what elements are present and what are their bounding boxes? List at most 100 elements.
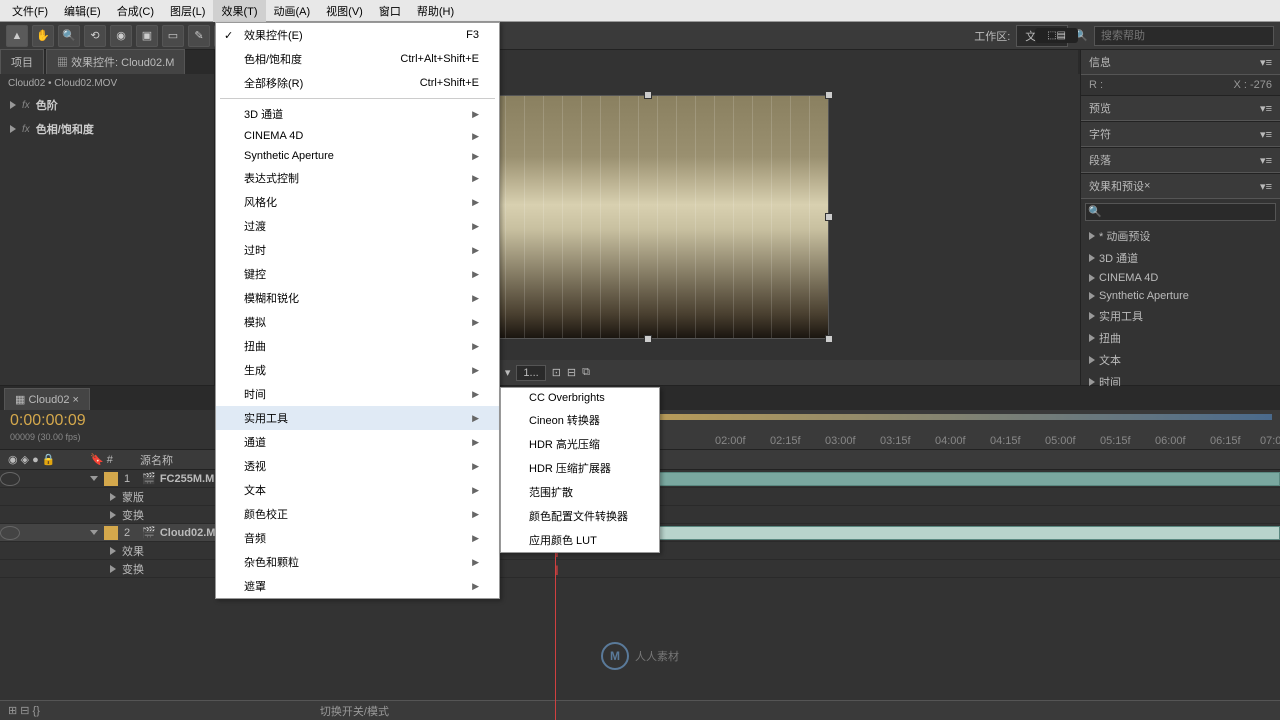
menu-item[interactable]: 遮罩▶ (216, 574, 499, 598)
layer-color[interactable] (104, 472, 118, 486)
menu-item[interactable]: 模糊和锐化▶ (216, 286, 499, 310)
menu-file[interactable]: 文件(F) (4, 0, 56, 22)
pen-tool-icon[interactable]: ✎ (188, 25, 210, 47)
menu-item[interactable]: 生成▶ (216, 358, 499, 382)
tab-timeline[interactable]: ▦ Cloud02 × (4, 388, 90, 410)
panel-menu-icon[interactable]: ▾≡ (1260, 128, 1272, 141)
viewer-frame[interactable] (467, 95, 829, 339)
view-select[interactable]: 1... (516, 365, 545, 381)
expand-icon[interactable] (10, 125, 16, 133)
layer-name[interactable]: FC255M.M (160, 473, 214, 485)
menu-effects[interactable]: 效果(T) (213, 0, 265, 22)
expand-icon[interactable] (110, 565, 116, 573)
submenu-item[interactable]: CC Overbrights (501, 388, 659, 408)
menu-item[interactable]: 音频▶ (216, 526, 499, 550)
preset-item[interactable]: CINEMA 4D (1081, 269, 1280, 287)
menu-animation[interactable]: 动画(A) (266, 0, 319, 22)
visibility-toggle[interactable] (0, 472, 20, 486)
handle-tr[interactable] (825, 91, 833, 99)
col-source[interactable]: 源名称 (140, 452, 173, 468)
handle-tm[interactable] (644, 91, 652, 99)
search-input[interactable] (1094, 26, 1274, 46)
preset-item[interactable]: 3D 通道 (1081, 247, 1280, 269)
menu-comp[interactable]: 合成(C) (109, 0, 162, 22)
preset-item[interactable]: Synthetic Aperture (1081, 287, 1280, 305)
para-panel-title[interactable]: 段落 (1089, 152, 1111, 168)
menu-item[interactable]: 过渡▶ (216, 214, 499, 238)
preset-item[interactable]: * 动画预设 (1081, 225, 1280, 247)
layer-name[interactable]: Cloud02.M (160, 527, 216, 539)
menu-item[interactable]: 杂色和颗粒▶ (216, 550, 499, 574)
expand-icon[interactable] (90, 476, 98, 481)
menu-item[interactable]: 实用工具▶ (216, 406, 499, 430)
prop-transform[interactable]: 变换 (122, 561, 144, 577)
misc-icon[interactable]: ⊡ (552, 366, 561, 379)
menu-item[interactable]: 键控▶ (216, 262, 499, 286)
submenu-item[interactable]: HDR 压缩扩展器 (501, 456, 659, 480)
menu-item[interactable]: 扭曲▶ (216, 334, 499, 358)
menu-item[interactable]: 全部移除(R)Ctrl+Shift+E (216, 71, 499, 95)
selection-tool-icon[interactable]: ▲ (6, 25, 28, 47)
zoom-tool-icon[interactable]: 🔍 (58, 25, 80, 47)
menu-item[interactable]: Synthetic Aperture▶ (216, 146, 499, 166)
anchor-tool-icon[interactable]: ▣ (136, 25, 158, 47)
effect-levels[interactable]: fx色阶 (0, 93, 214, 117)
effects-search[interactable] (1085, 203, 1276, 221)
menu-item[interactable]: 风格化▶ (216, 190, 499, 214)
toggle-switches[interactable]: 切换开关/模式 (320, 703, 389, 719)
expand-icon[interactable] (110, 511, 116, 519)
expand-icon[interactable] (90, 530, 98, 535)
toggle-icon[interactable]: ⊞ ⊟ {} (8, 704, 40, 717)
prop-transform[interactable]: 变换 (122, 507, 144, 523)
info-panel-title[interactable]: 信息 (1089, 54, 1111, 70)
camera-tool-icon[interactable]: ◉ (110, 25, 132, 47)
menu-item[interactable]: CINEMA 4D▶ (216, 126, 499, 146)
menu-item[interactable]: 时间▶ (216, 382, 499, 406)
menu-item[interactable]: ✓效果控件(E)F3 (216, 23, 499, 47)
preset-item[interactable]: 扭曲 (1081, 327, 1280, 349)
submenu-item[interactable]: Cineon 转换器 (501, 408, 659, 432)
menu-item[interactable]: 通道▶ (216, 430, 499, 454)
preview-panel-title[interactable]: 预览 (1089, 100, 1111, 116)
preset-item[interactable]: 文本 (1081, 349, 1280, 371)
expand-icon[interactable] (110, 547, 116, 555)
prop-masks[interactable]: 蒙版 (122, 489, 144, 505)
menu-item[interactable]: 透视▶ (216, 454, 499, 478)
menu-help[interactable]: 帮助(H) (409, 0, 462, 22)
menu-item[interactable]: 表达式控制▶ (216, 166, 499, 190)
char-panel-title[interactable]: 字符 (1089, 126, 1111, 142)
panel-menu-icon[interactable]: ▾≡ (1260, 180, 1272, 193)
submenu-item[interactable]: HDR 高光压缩 (501, 432, 659, 456)
tab-project[interactable]: 项目 (0, 49, 44, 74)
handle-br[interactable] (825, 335, 833, 343)
menu-item[interactable]: 文本▶ (216, 478, 499, 502)
layer-color[interactable] (104, 526, 118, 540)
handle-bm[interactable] (644, 335, 652, 343)
tab-effect-controls[interactable]: ▦ 效果控件: Cloud02.M (46, 49, 185, 74)
expand-icon[interactable] (110, 493, 116, 501)
submenu-item[interactable]: 应用颜色 LUT (501, 528, 659, 552)
menu-item[interactable]: 模拟▶ (216, 310, 499, 334)
preset-item[interactable]: 实用工具 (1081, 305, 1280, 327)
panel-menu-icon[interactable]: ▾≡ (1260, 56, 1272, 69)
rect-tool-icon[interactable]: ▭ (162, 25, 184, 47)
menu-item[interactable]: 过时▶ (216, 238, 499, 262)
panel-menu-icon[interactable]: ▾≡ (1260, 102, 1272, 115)
misc-icon2[interactable]: ⊟ (567, 366, 576, 379)
menu-item[interactable]: 3D 通道▶ (216, 102, 499, 126)
panel-menu-icon[interactable]: ▾≡ (1260, 154, 1272, 167)
visibility-toggle[interactable] (0, 526, 20, 540)
submenu-item[interactable]: 颜色配置文件转换器 (501, 504, 659, 528)
menu-layer[interactable]: 图层(L) (162, 0, 213, 22)
hand-tool-icon[interactable]: ✋ (32, 25, 54, 47)
menu-window[interactable]: 窗口 (371, 0, 409, 22)
menu-item[interactable]: 颜色校正▶ (216, 502, 499, 526)
submenu-item[interactable]: 范围扩散 (501, 480, 659, 504)
effect-hue-sat[interactable]: fx色相/饱和度 (0, 117, 214, 141)
menu-view[interactable]: 视图(V) (318, 0, 371, 22)
handle-mr[interactable] (825, 213, 833, 221)
menu-item[interactable]: 色相/饱和度Ctrl+Alt+Shift+E (216, 47, 499, 71)
misc-icon3[interactable]: ⧉ (582, 366, 590, 379)
menu-edit[interactable]: 编辑(E) (56, 0, 109, 22)
rotate-tool-icon[interactable]: ⟲ (84, 25, 106, 47)
